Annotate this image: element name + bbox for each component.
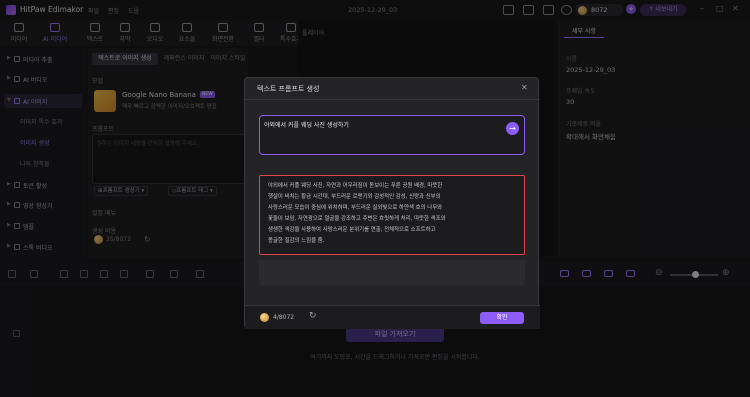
dialog-title: 텍스트 프롬프트 생성 <box>257 85 320 93</box>
send-arrow-icon[interactable]: → <box>506 122 519 135</box>
result-line: 몽글한 질감의 느낌을 줌. <box>268 238 325 244</box>
result-line: 꽃들이 보임, 자연광으로 얼굴을 강조하고 주변은 흐릿하게 처리, 따뜻한 … <box>268 216 446 222</box>
extra-area <box>259 260 525 286</box>
divider <box>245 99 540 100</box>
confirm-button[interactable]: 확인 <box>480 312 524 324</box>
generated-prompt-box[interactable]: 야외에서 커플 웨딩 사진, 자연과 어우러짐이 돋보이는 푸른 공원 배경, … <box>259 175 525 255</box>
close-icon[interactable]: ✕ <box>521 83 528 92</box>
text-prompt-dialog: 텍스트 프롬프트 생성 ✕ 야외에서 커플 웨딩 사진 생성하기 → 야외에서 … <box>244 77 540 329</box>
result-line: 야외에서 커플 웨딩 사진, 자연과 어우러짐이 돋보이는 푸른 공원 배경, … <box>268 183 443 189</box>
footer-credits: 4/8072 <box>273 314 295 321</box>
dialog-footer: 4/8072 ↻ 확인 <box>245 305 540 329</box>
coin-icon <box>260 313 269 322</box>
result-line: 햇살이 비치는 황금 시간대, 부드러운 로맨기와 감성적인 감성, 신랑과 신… <box>268 194 441 200</box>
refresh-icon[interactable]: ↻ <box>309 311 317 321</box>
prompt-request-value: 야외에서 커플 웨딩 사진 생성하기 <box>264 122 349 129</box>
prompt-request-input[interactable]: 야외에서 커플 웨딩 사진 생성하기 → <box>259 115 525 155</box>
result-line: 사랑스러운 모습이 중심에 위치하며, 부드러운 실외빛으로 하얀색 호의 나무… <box>268 205 443 211</box>
result-line: 생생한 색감을 사용하여 사랑스러운 분위기를 연출, 전체적으로 소프트하고 <box>268 227 436 233</box>
